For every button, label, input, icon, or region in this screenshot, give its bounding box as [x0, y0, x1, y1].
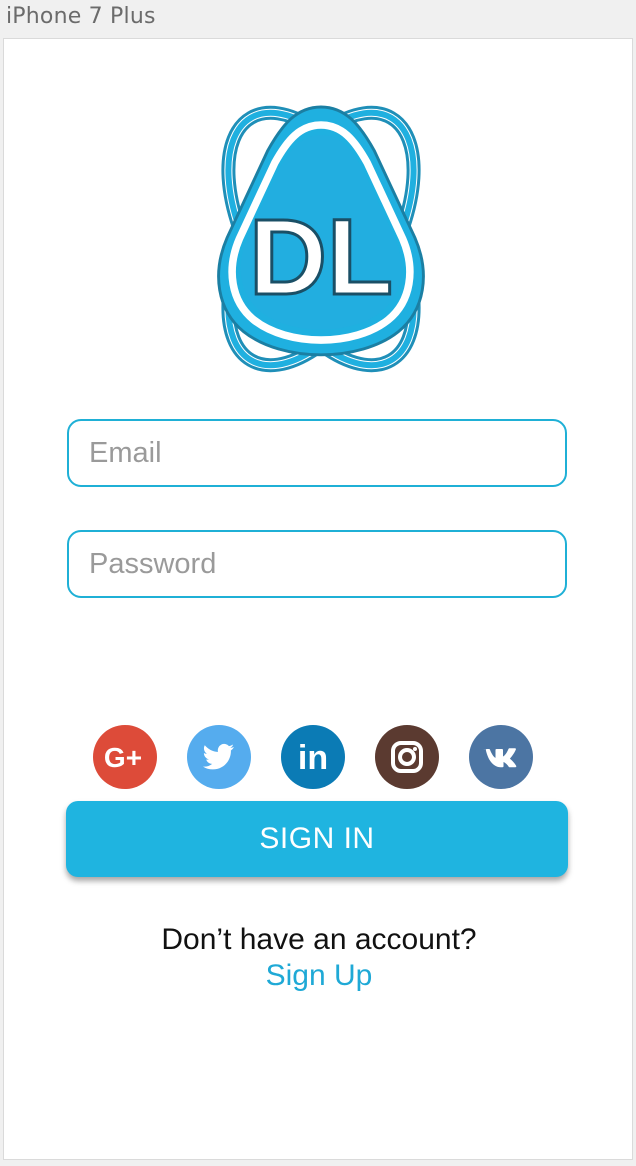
vk-button[interactable] [469, 725, 533, 789]
google-plus-icon: G+ [93, 725, 157, 789]
instagram-icon [375, 725, 439, 789]
svg-text:in: in [298, 739, 328, 777]
password-field[interactable] [67, 530, 567, 598]
google-plus-button[interactable]: G+ [93, 725, 157, 789]
account-prompt: Don’t have an account? [161, 923, 477, 956]
linkedin-icon: in [281, 725, 345, 789]
sign-up-link[interactable]: Sign Up [4, 959, 634, 993]
instagram-button[interactable] [375, 725, 439, 789]
email-input[interactable] [69, 421, 565, 485]
linkedin-button[interactable]: in [281, 725, 345, 789]
app-screen: DL G+ in [3, 38, 633, 1160]
svg-text:G+: G+ [104, 742, 142, 773]
dl-logo: DL [217, 105, 425, 373]
vk-icon [469, 725, 533, 789]
email-field[interactable] [67, 419, 567, 487]
logo-text: DL [249, 196, 393, 317]
password-input[interactable] [69, 532, 565, 596]
twitter-icon [187, 725, 251, 789]
sign-in-button[interactable]: SIGN IN [66, 801, 568, 877]
social-login-row: G+ in [93, 725, 533, 789]
twitter-button[interactable] [187, 725, 251, 789]
device-label: iPhone 7 Plus [6, 4, 156, 29]
